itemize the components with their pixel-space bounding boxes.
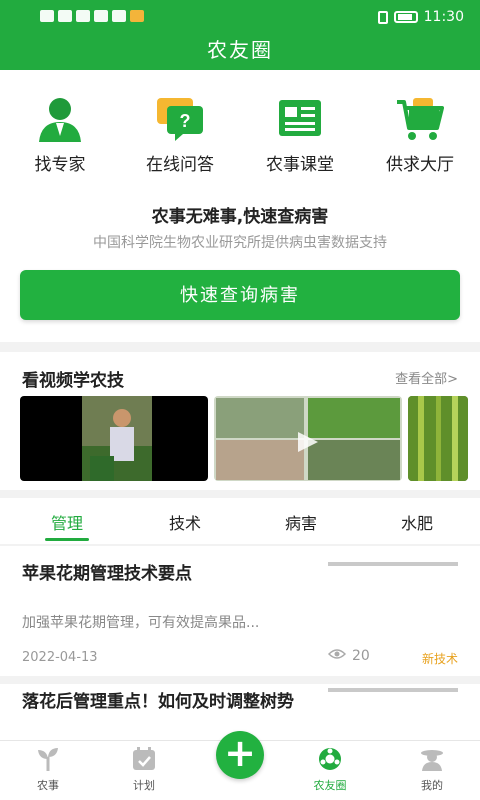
quick-action-qa[interactable]: ? 在线问答 bbox=[120, 96, 240, 175]
status-bar: 11:30 bbox=[0, 0, 480, 34]
quick-action-classroom[interactable]: 农事课堂 bbox=[240, 96, 360, 175]
video-section-title: 看视频学农技 bbox=[22, 371, 124, 391]
tab-water-fertilizer[interactable]: 水肥 bbox=[367, 510, 467, 534]
tab-management[interactable]: 管理 bbox=[17, 510, 117, 534]
active-tab-indicator bbox=[45, 538, 89, 541]
expert-icon bbox=[35, 96, 85, 142]
sprout-icon bbox=[35, 748, 61, 775]
video-thumbnail[interactable] bbox=[408, 396, 468, 481]
classroom-icon bbox=[275, 96, 325, 142]
quick-action-expert[interactable]: 找专家 bbox=[0, 96, 120, 175]
video-thumbnail[interactable] bbox=[20, 396, 208, 481]
view-count: 20 bbox=[352, 648, 370, 664]
tab-technique[interactable]: 技术 bbox=[135, 510, 235, 534]
shield-app-icon bbox=[112, 10, 126, 22]
profile-icon bbox=[419, 750, 445, 775]
eye-icon bbox=[327, 648, 347, 664]
nav-item-circle[interactable]: 农友圈 bbox=[290, 747, 370, 793]
article-tag: 新技术 bbox=[421, 652, 458, 666]
article-title: 落花后管理重点！如何及时调整树势 bbox=[22, 692, 294, 712]
article-title: 苹果花期管理技术要点 bbox=[22, 564, 192, 584]
quick-action-label: 找专家 bbox=[34, 155, 86, 175]
cart-icon bbox=[395, 96, 445, 142]
calendar-icon bbox=[131, 747, 157, 775]
article-date: 2022-04-13 bbox=[22, 650, 98, 665]
add-button[interactable]: + bbox=[216, 731, 264, 779]
alert-icon bbox=[40, 10, 54, 22]
category-tabs: 管理 技术 病害 水肥 bbox=[0, 498, 480, 544]
quick-action-label: 农事课堂 bbox=[266, 155, 334, 175]
search-app-icon bbox=[76, 10, 90, 22]
status-icons-left bbox=[40, 10, 144, 22]
quick-actions-panel: 找专家 ? 在线问答 农事课堂 供求大厅 农事无难事,快速查病害 中国科学院生物… bbox=[0, 70, 480, 342]
nav-item-plan[interactable]: 计划 bbox=[104, 747, 184, 793]
battery-icon bbox=[393, 11, 418, 23]
video-thumbnail[interactable] bbox=[214, 396, 402, 481]
book-app-icon bbox=[94, 10, 108, 22]
vibrate-icon bbox=[377, 10, 388, 24]
quick-diagnose-button[interactable]: 快速查询病害 bbox=[20, 270, 460, 320]
circle-icon bbox=[317, 748, 343, 775]
qa-icon: ? bbox=[155, 96, 205, 142]
quick-action-label: 供求大厅 bbox=[386, 155, 454, 175]
article-views: 20 bbox=[327, 648, 370, 664]
promo-headline: 农事无难事,快速查病害 bbox=[151, 207, 329, 227]
page-title: 农友圈 bbox=[207, 38, 273, 62]
status-time: 11:30 bbox=[423, 9, 464, 25]
video-section: 看视频学农技 查看全部> bbox=[0, 352, 480, 490]
article-card[interactable]: 苹果花期管理技术要点 加强苹果花期管理，可有效提高果品... 2022-04-1… bbox=[0, 546, 480, 676]
svg-text:?: ? bbox=[180, 111, 191, 131]
article-thumbnail bbox=[328, 688, 458, 692]
nav-item-farming[interactable]: 农事 bbox=[8, 747, 88, 793]
quick-action-market[interactable]: 供求大厅 bbox=[360, 96, 480, 175]
tab-disease[interactable]: 病害 bbox=[251, 510, 351, 534]
article-summary: 加强苹果花期管理，可有效提高果品... bbox=[22, 615, 260, 631]
status-icons-right: 11:30 bbox=[377, 9, 464, 25]
nav-item-profile[interactable]: 我的 bbox=[392, 747, 472, 793]
nav-label: 农事 bbox=[37, 779, 59, 792]
promo-subline: 中国科学院生物农业研究所提供病虫害数据支持 bbox=[93, 235, 387, 251]
nav-label: 计划 bbox=[133, 779, 155, 792]
video-app-icon bbox=[130, 10, 144, 22]
app-header: 11:30 农友圈 bbox=[0, 0, 480, 70]
view-all-link[interactable]: 查看全部> bbox=[395, 368, 458, 387]
nav-label: 我的 bbox=[421, 779, 443, 792]
wifi-icon bbox=[58, 10, 72, 22]
bottom-nav: 农事 计划 + 农友圈 我的 bbox=[0, 731, 480, 800]
quick-action-label: 在线问答 bbox=[146, 155, 214, 175]
nav-label: 农友圈 bbox=[313, 779, 347, 792]
article-thumbnail bbox=[328, 562, 458, 566]
